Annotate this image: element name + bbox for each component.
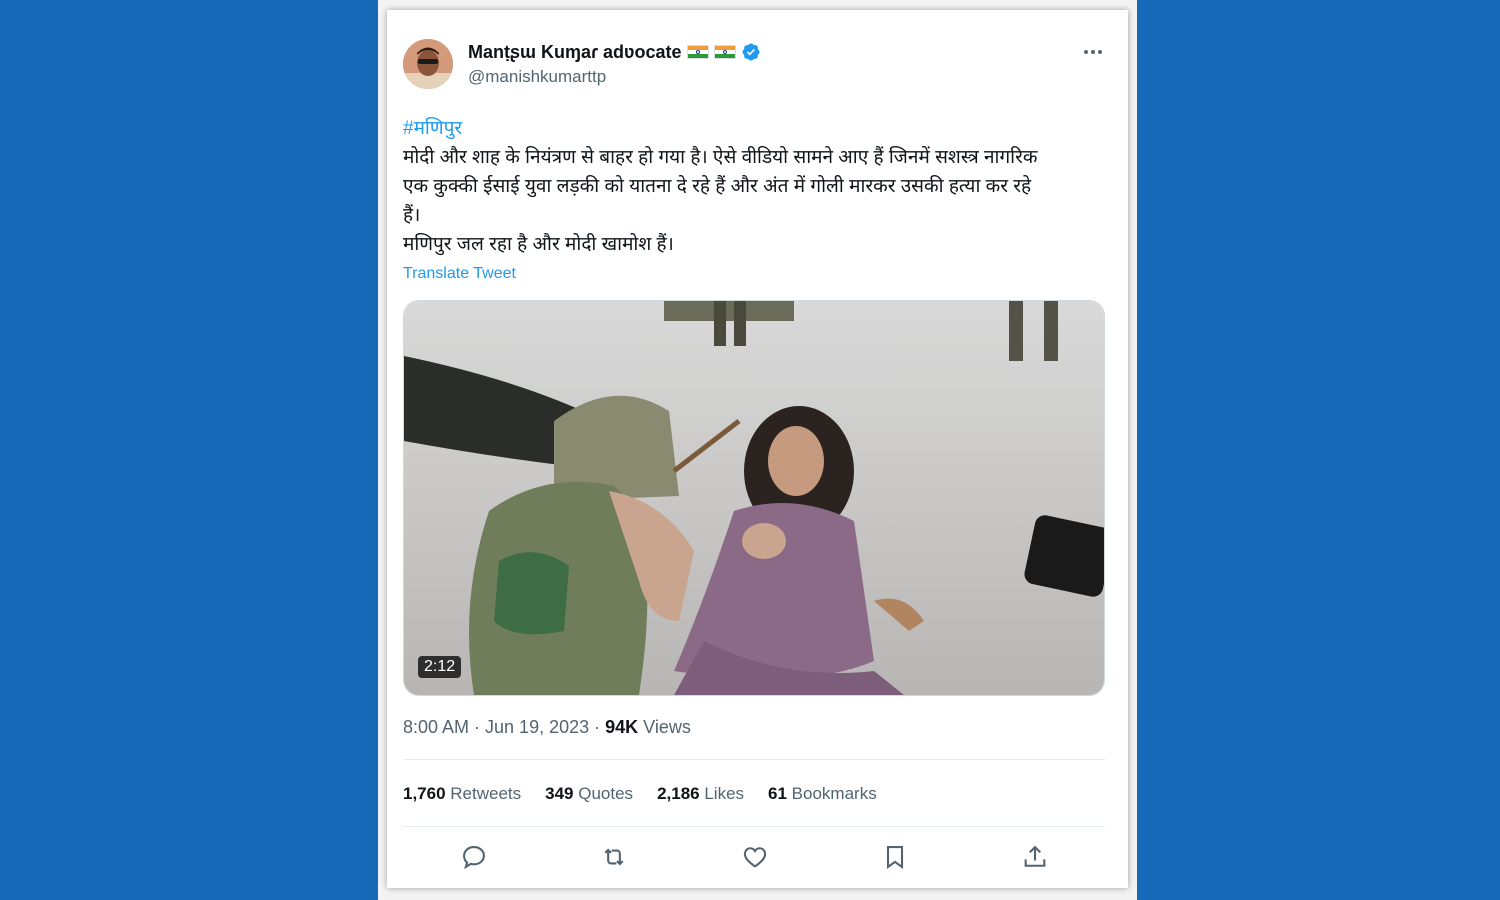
retweet-icon[interactable] xyxy=(600,843,628,871)
india-flag-icon xyxy=(686,45,709,59)
retweets-label: Retweets xyxy=(445,784,522,803)
divider xyxy=(403,826,1105,827)
quotes-label: Quotes xyxy=(573,784,634,803)
more-options-icon[interactable] xyxy=(1084,45,1106,59)
bookmark-icon[interactable] xyxy=(881,843,909,871)
video-player[interactable]: 2:12 xyxy=(403,300,1105,696)
avatar[interactable] xyxy=(403,39,453,89)
like-icon[interactable] xyxy=(741,843,769,871)
bookmarks-stat[interactable]: 61 Bookmarks xyxy=(768,784,877,804)
tweet-card: Manṭʂɯ Kuɱaɾ adʋocate @manishkumarttp #म… xyxy=(387,10,1128,888)
video-duration: 2:12 xyxy=(418,656,462,678)
author-handle[interactable]: @manishkumarttp xyxy=(468,67,606,87)
quotes-stat[interactable]: 349 Quotes xyxy=(545,784,633,804)
views-count: 94K xyxy=(605,717,639,737)
tweet-text-line: मणिपुर जल रहा है और मोदी खामोश हैं। xyxy=(403,234,674,255)
likes-stat[interactable]: 2,186 Likes xyxy=(657,784,744,804)
retweets-count: 1,760 xyxy=(403,784,446,803)
retweets-stat[interactable]: 1,760 Retweets xyxy=(403,784,521,804)
divider xyxy=(403,759,1105,760)
bookmarks-count: 61 xyxy=(768,784,787,803)
india-flag-icon xyxy=(713,45,736,59)
video-thumbnail xyxy=(404,301,1104,695)
reply-icon[interactable] xyxy=(460,843,488,871)
author-display-name[interactable]: Manṭʂɯ Kuɱaɾ adʋocate xyxy=(468,42,682,63)
share-icon[interactable] xyxy=(1021,843,1049,871)
hashtag-link[interactable]: #मणिपुर xyxy=(403,114,1108,143)
views-label: Views xyxy=(638,717,691,737)
tweet-timestamp[interactable]: 8:00 AM · Jun 19, 2023 · 94K Views xyxy=(403,717,691,738)
author-name-row: Manṭʂɯ Kuɱaɾ adʋocate xyxy=(468,40,761,64)
tweet-text-line: हैं। xyxy=(403,205,421,226)
likes-count: 2,186 xyxy=(657,784,700,803)
tweet-text-line: मोदी और शाह के नियंत्रण से बाहर हो गया ह… xyxy=(403,147,1038,168)
translate-tweet-link[interactable]: Translate Tweet xyxy=(403,265,516,283)
bookmarks-label: Bookmarks xyxy=(786,784,877,803)
timestamp-text: 8:00 AM · Jun 19, 2023 · xyxy=(403,717,606,737)
tweet-text: #मणिपुर मोदी और शाह के नियंत्रण से बाहर … xyxy=(403,114,1108,259)
verified-badge-icon xyxy=(741,43,760,61)
tweet-text-line: एक कुक्की ईसाई युवा लड़की को यातना दे रह… xyxy=(403,176,1032,197)
quotes-count: 349 xyxy=(545,784,574,803)
engagement-stats: 1,760 Retweets 349 Quotes 2,186 Likes 61… xyxy=(403,784,877,804)
tweet-actions xyxy=(403,843,1105,871)
likes-label: Likes xyxy=(699,784,745,803)
